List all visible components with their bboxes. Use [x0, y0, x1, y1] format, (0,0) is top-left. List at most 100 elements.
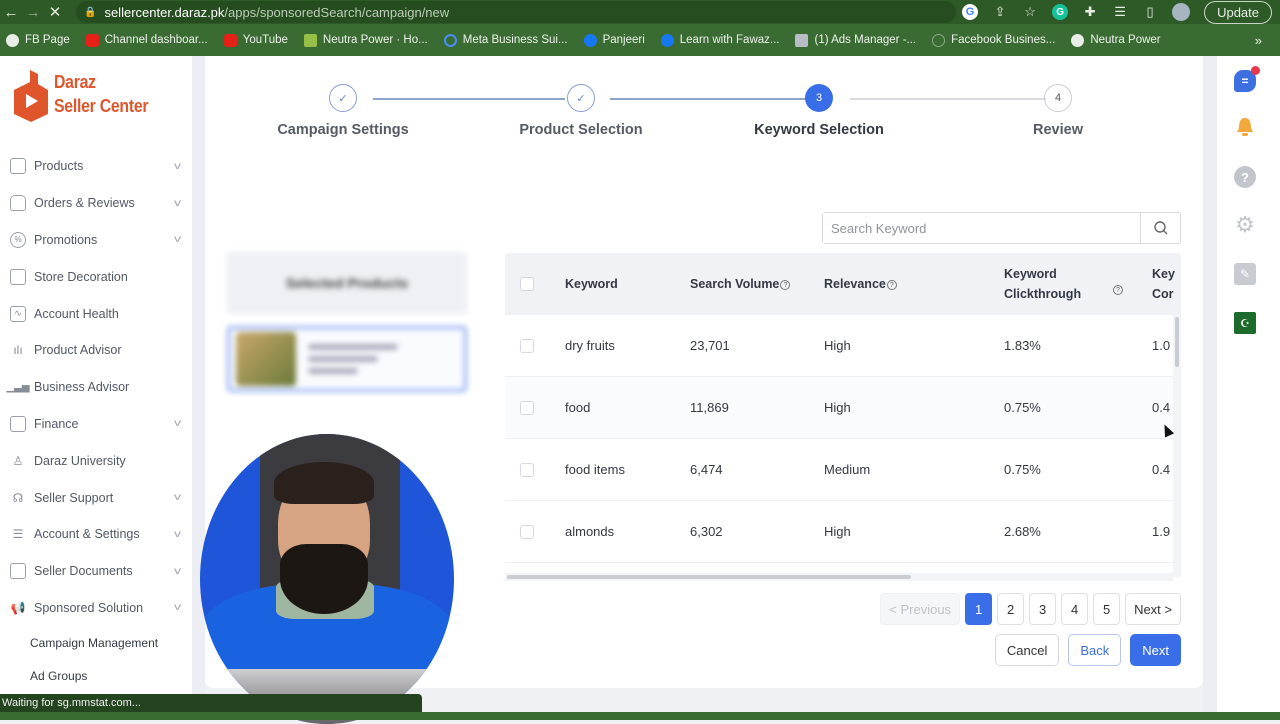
- shopify-icon: [303, 33, 317, 47]
- scrollbar-thumb[interactable]: [1175, 317, 1179, 367]
- sidebar-item-seller-support[interactable]: ☊ Seller Support v: [0, 479, 192, 516]
- bookmark[interactable]: FB Page: [6, 33, 70, 47]
- profile-avatar[interactable]: [1172, 3, 1191, 21]
- conversion-cell: 1.9: [1152, 524, 1171, 539]
- page-button-1[interactable]: 1: [965, 593, 993, 625]
- extensions-icon[interactable]: ✚: [1082, 4, 1098, 20]
- row-checkbox[interactable]: [520, 463, 534, 477]
- help-icon[interactable]: ?: [886, 279, 897, 290]
- sidebar-item-promotions[interactable]: % Promotions v: [0, 222, 192, 259]
- back-arrow-icon[interactable]: ←: [0, 4, 22, 21]
- cancel-button[interactable]: Cancel: [994, 634, 1060, 666]
- bookmark[interactable]: Meta Business Sui...: [443, 33, 568, 47]
- chevron-down-icon: v: [174, 492, 181, 504]
- sidebar-item-product-advisor[interactable]: ılı Product Advisor: [0, 332, 192, 369]
- search-volume-cell: 11,869: [690, 400, 729, 415]
- gear-icon[interactable]: ⚙: [1234, 212, 1256, 237]
- search-volume-cell: 6,302: [690, 524, 723, 539]
- help-icon[interactable]: ?: [780, 279, 791, 290]
- help-icon[interactable]: ?: [1234, 166, 1256, 188]
- column-keyword-clickthrough[interactable]: Keyword Clickthrough: [1004, 264, 1084, 304]
- page-button-5[interactable]: 5: [1093, 593, 1121, 625]
- chat-icon[interactable]: =: [1234, 66, 1260, 92]
- horizontal-scrollbar[interactable]: [505, 573, 1173, 581]
- sidebar-item-finance[interactable]: Finance v: [0, 406, 192, 443]
- bell-icon[interactable]: [1234, 116, 1256, 138]
- row-checkbox[interactable]: [520, 339, 534, 353]
- wallet-icon: [10, 415, 26, 432]
- column-relevance[interactable]: Relevance?: [824, 274, 897, 294]
- page-button-4[interactable]: 4: [1061, 593, 1089, 625]
- bookmark[interactable]: Learn with Fawaz...: [660, 33, 779, 47]
- table-row[interactable]: dry fruits 23,701 High 1.83% 1.0: [505, 315, 1175, 377]
- edit-icon[interactable]: ✎: [1234, 263, 1256, 285]
- selected-product-card[interactable]: [227, 326, 467, 392]
- share-icon[interactable]: ⇪: [992, 4, 1008, 20]
- table-row[interactable]: food 11,869 High 0.75% 0.4: [505, 377, 1175, 439]
- pakistan-flag-icon[interactable]: ☪: [1234, 312, 1256, 334]
- megaphone-icon: 📢: [10, 600, 26, 615]
- check-icon: ✓: [329, 84, 357, 112]
- bookmark[interactable]: YouTube: [223, 33, 288, 47]
- sidebar-item-products[interactable]: Products v: [0, 148, 192, 185]
- daraz-logo[interactable]: Daraz Seller Center: [14, 70, 161, 122]
- forward-arrow-icon[interactable]: →: [22, 4, 44, 21]
- back-button[interactable]: Back: [1068, 634, 1122, 666]
- sidebar-item-orders-reviews[interactable]: Orders & Reviews v: [0, 185, 192, 222]
- grammarly-icon[interactable]: G: [1052, 4, 1069, 20]
- clickthrough-cell: 2.68%: [1004, 524, 1041, 539]
- side-panel-icon[interactable]: ▯: [1142, 4, 1158, 20]
- page-button-2[interactable]: 2: [997, 593, 1025, 625]
- sidebar-item-store-decoration[interactable]: Store Decoration: [0, 258, 192, 295]
- next-page-button[interactable]: Next >: [1125, 593, 1181, 625]
- sidebar-menu: Products v Orders & Reviews v % Promotions v…: [0, 148, 192, 692]
- facebook-icon: [583, 33, 597, 47]
- column-search-volume[interactable]: Search Volume?: [690, 274, 791, 294]
- page-button-3[interactable]: 3: [1029, 593, 1057, 625]
- step-number: 3: [805, 84, 833, 112]
- vertical-scrollbar[interactable]: [1173, 315, 1181, 577]
- search-icon: [1153, 221, 1167, 235]
- sidebar-item-business-advisor[interactable]: ▁▃▅ Business Advisor: [0, 369, 192, 406]
- bookmark[interactable]: (1) Ads Manager -...: [795, 33, 916, 47]
- address-bar[interactable]: 🔒 sellercenter.daraz.pk/apps/sponsoredSe…: [76, 1, 956, 23]
- search-button[interactable]: [1140, 213, 1180, 243]
- sidebar-item-account-health[interactable]: ∿ Account Health: [0, 295, 192, 332]
- sidebar-item-daraz-university[interactable]: ♙ Daraz University: [0, 442, 192, 479]
- row-checkbox[interactable]: [520, 525, 534, 539]
- column-keyword[interactable]: Keyword: [565, 274, 618, 294]
- table-row[interactable]: food items 6,474 Medium 0.75% 0.4: [505, 439, 1175, 501]
- search-keyword-input[interactable]: [823, 213, 1140, 243]
- form-actions: Cancel Back Next: [994, 634, 1181, 666]
- column-keyword-conversion[interactable]: Key Cor: [1152, 264, 1176, 304]
- select-all-checkbox[interactable]: [520, 277, 534, 291]
- bookmark[interactable]: Neutra Power · Ho...: [303, 33, 428, 47]
- brand-line-2: Seller Center: [54, 96, 149, 116]
- bookmark[interactable]: Facebook Busines...: [932, 33, 1055, 47]
- bookmark[interactable]: Channel dashboar...: [85, 33, 208, 47]
- stop-loading-icon[interactable]: ✕: [44, 3, 66, 21]
- next-button[interactable]: Next: [1130, 634, 1181, 666]
- keyword-search: [822, 212, 1181, 244]
- help-icon[interactable]: ?: [1113, 285, 1123, 295]
- previous-page-button[interactable]: < Previous: [880, 593, 961, 625]
- table-row[interactable]: almonds 6,302 High 2.68% 1.9: [505, 501, 1175, 563]
- sidebar-subitem-campaign-management[interactable]: Campaign Management: [0, 626, 192, 659]
- sidebar-item-sponsored-solution[interactable]: 📢 Sponsored Solution v: [0, 590, 192, 627]
- bookmark[interactable]: Neutra Power: [1071, 33, 1161, 47]
- globe-icon: [1071, 33, 1085, 47]
- sidebar: Daraz Seller Center Products v Orders & R…: [0, 56, 192, 720]
- sidebar-item-account-settings[interactable]: ☰ Account & Settings v: [0, 516, 192, 553]
- row-checkbox[interactable]: [520, 401, 534, 415]
- scrollbar-thumb[interactable]: [507, 575, 911, 579]
- google-icon[interactable]: G: [962, 4, 979, 20]
- search-volume-cell: 6,474: [690, 462, 723, 477]
- update-button[interactable]: Update: [1204, 0, 1272, 24]
- reading-list-icon[interactable]: ☰: [1112, 4, 1128, 20]
- sidebar-item-seller-documents[interactable]: Seller Documents v: [0, 553, 192, 590]
- bookmark[interactable]: Panjeeri: [583, 33, 645, 47]
- sidebar-subitem-ad-groups[interactable]: Ad Groups: [0, 659, 192, 692]
- document-icon: [10, 563, 26, 580]
- star-icon[interactable]: ☆: [1022, 4, 1038, 20]
- more-bookmarks-button[interactable]: »: [1255, 33, 1262, 48]
